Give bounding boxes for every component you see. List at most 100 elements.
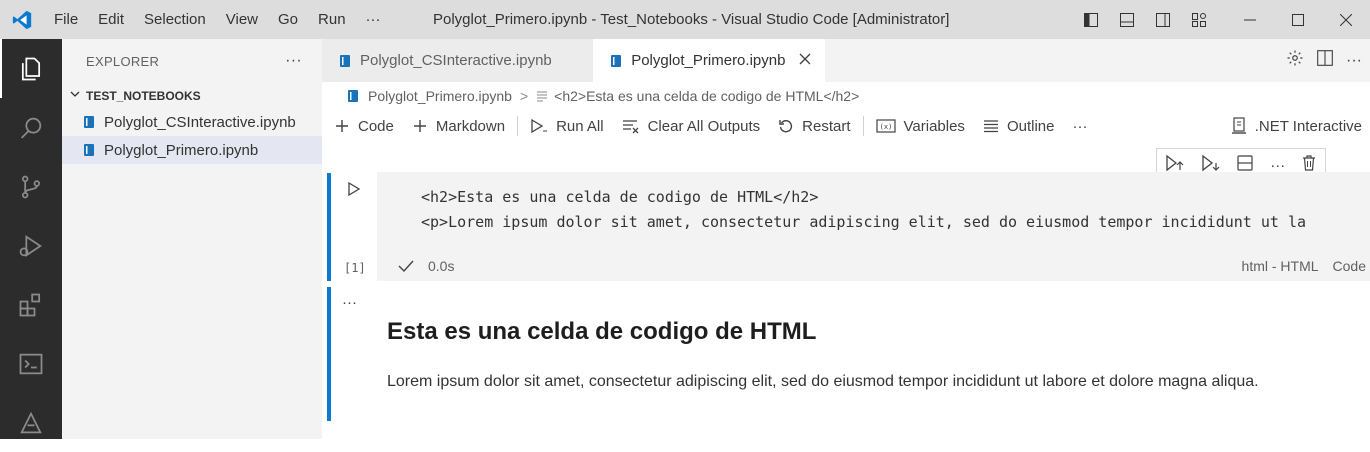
kernel-label: .NET Interactive <box>1254 117 1362 135</box>
breadcrumb-file[interactable]: Polyglot_Primero.ipynb <box>368 88 512 104</box>
run-cell-icon[interactable] <box>346 181 362 202</box>
toolbar-more-button[interactable]: ··· <box>1072 118 1087 135</box>
run-all-button[interactable]: Run All <box>530 118 604 135</box>
text-lines-icon <box>536 90 548 102</box>
activity-bar <box>0 39 62 439</box>
add-code-cell-button[interactable]: Code <box>334 118 394 135</box>
restart-button[interactable]: Restart <box>778 118 851 135</box>
breadcrumb: Polyglot_Primero.ipynb > <h2>Esta es una… <box>322 82 1370 110</box>
outline-list-icon <box>983 118 999 134</box>
cell-type: Code <box>1332 258 1366 274</box>
run-all-label: Run All <box>556 117 604 135</box>
markdown-label: Markdown <box>435 117 506 135</box>
close-icon[interactable] <box>799 52 811 70</box>
window-controls <box>1226 0 1370 39</box>
tab-label: Polyglot_Primero.ipynb <box>631 52 786 69</box>
explorer-more-button[interactable]: ··· <box>285 52 302 70</box>
explorer-header: EXPLORER ··· <box>62 39 322 83</box>
toggle-panel-icon[interactable] <box>1111 0 1143 39</box>
editor-actions: ··· <box>1286 39 1362 82</box>
gear-icon[interactable] <box>1286 49 1304 72</box>
explorer-title: EXPLORER <box>86 53 160 69</box>
code-line-1[interactable]: <h2>Esta es una celda de codigo de HTML<… <box>421 188 818 206</box>
breadcrumb-symbol[interactable]: <h2>Esta es una celda de codigo de HTML<… <box>554 88 859 104</box>
clear-all-outputs-button[interactable]: Clear All Outputs <box>622 117 761 135</box>
close-window-icon[interactable] <box>1322 0 1370 39</box>
extensions-icon[interactable] <box>0 275 62 334</box>
menu-bar: File Edit Selection View Go Run ··· <box>44 0 391 39</box>
code-cell-editor[interactable]: <h2>Esta es una celda de codigo de HTML<… <box>377 172 1370 281</box>
plus-icon <box>412 118 428 134</box>
file-item-csinteractive[interactable]: Polyglot_CSInteractive.ipynb <box>62 108 322 136</box>
menu-view[interactable]: View <box>216 0 268 39</box>
kernel-server-icon <box>1231 117 1247 135</box>
explorer-icon[interactable] <box>0 39 62 98</box>
source-control-icon[interactable] <box>0 157 62 216</box>
menu-more[interactable]: ··· <box>356 0 391 39</box>
cell-more-icon[interactable]: ··· <box>1270 157 1285 174</box>
toggle-primary-sidebar-icon[interactable] <box>1075 0 1107 39</box>
cell-focus-indicator <box>327 287 331 421</box>
terminal-icon[interactable] <box>0 334 62 393</box>
cell-status-right: html - HTML Code <box>1242 258 1366 274</box>
clear-all-label: Clear All Outputs <box>647 117 761 135</box>
toggle-secondary-sidebar-icon[interactable] <box>1147 0 1179 39</box>
markdown-paragraph: Lorem ipsum dolor sit amet, consectetur … <box>387 373 1259 390</box>
customize-layout-icon[interactable] <box>1183 0 1215 39</box>
minimize-icon[interactable] <box>1226 0 1274 39</box>
check-icon <box>398 259 414 273</box>
search-icon[interactable] <box>0 98 62 157</box>
plus-icon <box>334 118 350 134</box>
more-actions-button[interactable]: ··· <box>1346 52 1362 70</box>
code-line-2[interactable]: <p>Lorem ipsum dolor sit amet, consectet… <box>421 213 1306 231</box>
run-debug-icon[interactable] <box>0 216 62 275</box>
markdown-heading: Esta es una celda de codigo de HTML <box>387 318 817 345</box>
folder-name: TEST_NOTEBOOKS <box>86 88 201 103</box>
toolbar-divider <box>862 116 864 136</box>
cell-status: 0.0s <box>398 258 454 274</box>
code-label: Code <box>358 117 394 135</box>
menu-run[interactable]: Run <box>308 0 356 39</box>
tab-bar: Polyglot_CSInteractive.ipynb ✕ Polyglot_… <box>322 39 1370 82</box>
split-editor-icon[interactable] <box>1316 49 1334 72</box>
notebook-toolbar: Code Markdown Run All Clear All Outputs <box>322 110 1370 142</box>
window-title: Polyglot_Primero.ipynb - Test_Notebooks … <box>433 11 950 28</box>
run-all-icon <box>530 118 548 134</box>
layout-controls <box>1075 0 1215 39</box>
maximize-icon[interactable] <box>1274 0 1322 39</box>
notebook-file-icon <box>82 115 96 129</box>
cell-language[interactable]: html - HTML <box>1242 258 1319 274</box>
variables-icon: (x) <box>875 118 896 134</box>
menu-go[interactable]: Go <box>268 0 308 39</box>
file-item-primero[interactable]: Polyglot_Primero.ipynb <box>62 136 322 164</box>
add-markdown-cell-button[interactable]: Markdown <box>412 118 505 135</box>
outline-button[interactable]: Outline <box>983 117 1055 135</box>
vscode-logo-icon <box>0 0 44 39</box>
cell-more-button[interactable]: ··· <box>342 294 357 311</box>
tab-primero[interactable]: Polyglot_Primero.ipynb <box>593 39 826 82</box>
file-label: Polyglot_Primero.ipynb <box>104 141 259 159</box>
menu-selection[interactable]: Selection <box>134 0 216 39</box>
variables-button[interactable]: (x) Variables <box>875 117 965 135</box>
variables-label: Variables <box>903 117 965 135</box>
svg-text:(x): (x) <box>879 123 892 131</box>
folder-header[interactable]: TEST_NOTEBOOKS <box>62 83 322 108</box>
polyglot-icon[interactable] <box>0 393 62 452</box>
menu-file[interactable]: File <box>44 0 88 39</box>
notebook-file-icon <box>338 54 352 68</box>
kernel-picker[interactable]: .NET Interactive <box>1231 110 1362 142</box>
notebook-file-icon <box>609 54 623 68</box>
notebook-file-icon <box>346 89 360 103</box>
menu-edit[interactable]: Edit <box>88 0 134 39</box>
explorer-sidebar: EXPLORER ··· TEST_NOTEBOOKS Polyglot_CSI… <box>62 39 322 439</box>
file-label: Polyglot_CSInteractive.ipynb <box>104 113 296 131</box>
tab-csinteractive[interactable]: Polyglot_CSInteractive.ipynb ✕ <box>322 39 594 82</box>
toolbar-divider <box>517 116 519 136</box>
breadcrumb-separator: > <box>519 88 529 104</box>
outline-label: Outline <box>1006 117 1055 135</box>
title-bar: File Edit Selection View Go Run ··· Poly… <box>0 0 1370 39</box>
execution-duration: 0.0s <box>428 258 455 274</box>
tab-label: Polyglot_CSInteractive.ipynb <box>360 52 552 69</box>
execution-count: [1] <box>344 261 366 275</box>
cell-focus-indicator <box>327 173 331 281</box>
